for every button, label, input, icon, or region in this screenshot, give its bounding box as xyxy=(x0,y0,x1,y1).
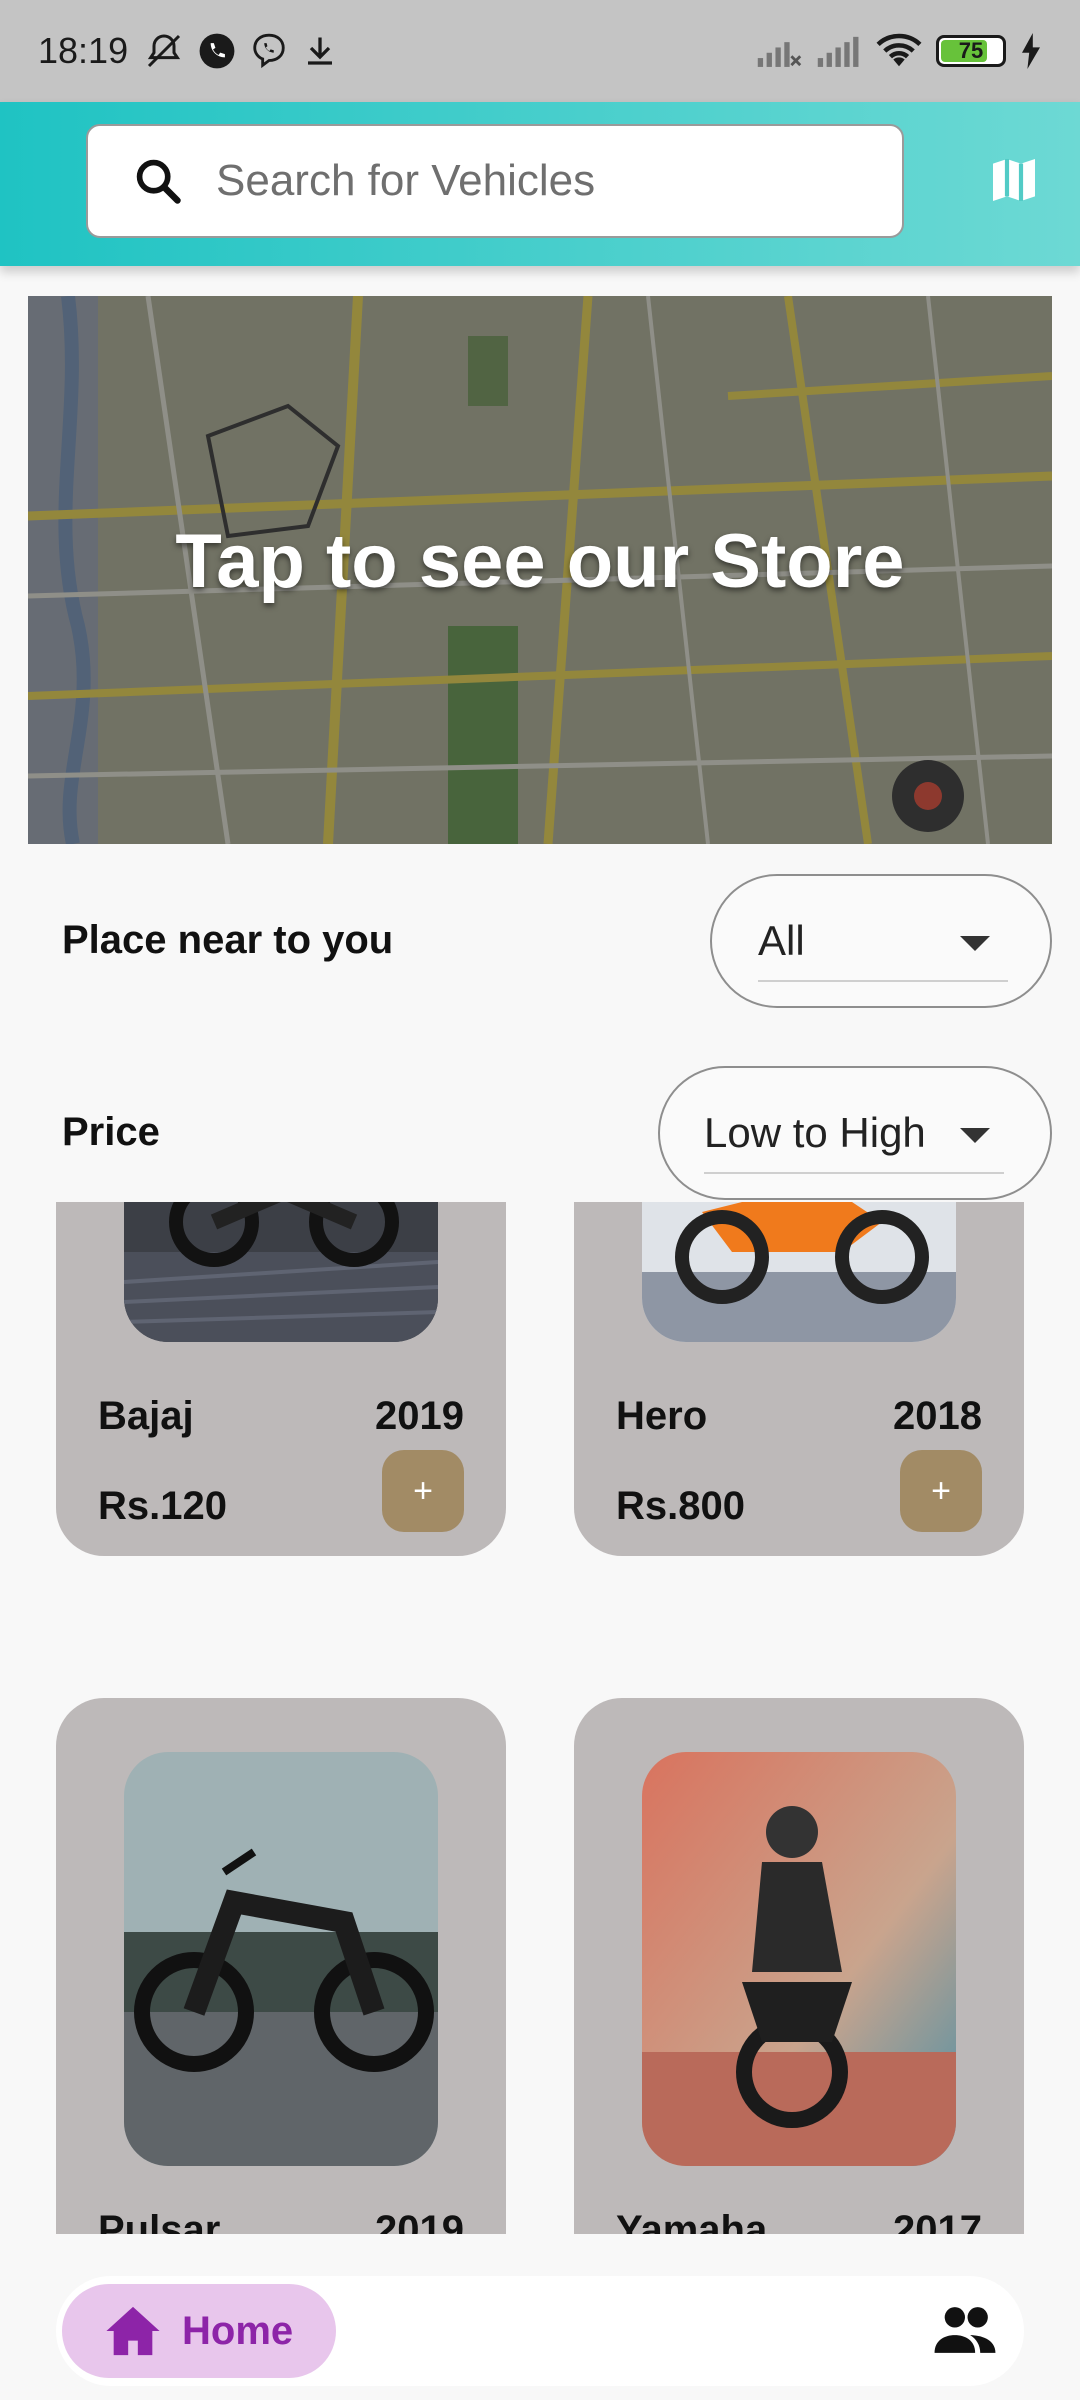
vehicle-card[interactable]: Yamaha 2017 xyxy=(574,1698,1024,2234)
download-icon xyxy=(308,37,333,65)
vehicle-price: Rs.800 xyxy=(616,1484,745,1528)
vehicle-name: Pulsar xyxy=(98,2208,221,2234)
nav-home-label: Home xyxy=(182,2308,294,2353)
vehicle-year: 2019 xyxy=(375,2208,464,2234)
battery-indicator: 75 xyxy=(936,35,1006,67)
screen: 18:19 75 Search for Vehicles Tap to see … xyxy=(0,0,1080,2400)
home-icon xyxy=(106,2306,160,2356)
chevron-down-icon xyxy=(960,1128,990,1143)
vehicle-card[interactable]: Hero 2018 Rs.800 + xyxy=(574,1202,1024,1556)
banner-title: Tap to see our Store xyxy=(175,519,905,604)
app-bar xyxy=(0,102,1080,266)
search-icon xyxy=(136,159,181,204)
add-to-cart-button[interactable]: + xyxy=(900,1450,982,1532)
chevron-down-icon xyxy=(960,936,990,951)
signal-off-icon xyxy=(757,42,802,67)
status-system-icons: 75 xyxy=(756,32,1042,70)
store-map-banner[interactable]: Tap to see our Store xyxy=(28,296,1052,844)
price-dropdown[interactable]: Low to High xyxy=(658,1066,1052,1200)
vehicle-photo xyxy=(124,1202,438,1342)
vehicle-price: Rs.120 xyxy=(98,1484,227,1528)
price-filter-label: Price xyxy=(62,1110,160,1154)
dropdown-underline xyxy=(758,980,1008,982)
bottom-navigation: Home xyxy=(56,2276,1024,2386)
signal-icon xyxy=(817,36,859,67)
status-bar: 18:19 75 xyxy=(0,0,1080,102)
vehicle-photo xyxy=(642,1752,956,2166)
vehicle-name: Yamaha xyxy=(616,2208,768,2234)
bell-off-icon xyxy=(147,34,181,68)
place-filter-label: Place near to you xyxy=(62,918,394,962)
vehicle-grid: Bajaj 2019 Rs.120 + Hero 2018 Rs.800 + P… xyxy=(0,1202,1080,2234)
place-dropdown-value: All xyxy=(758,917,805,964)
search-input[interactable] xyxy=(216,156,856,206)
vehicle-name: Bajaj xyxy=(98,1394,194,1438)
vehicle-photo xyxy=(642,1202,956,1342)
place-dropdown[interactable]: All xyxy=(710,874,1052,1008)
vehicle-year: 2019 xyxy=(375,1394,464,1438)
charging-bolt-icon xyxy=(1022,33,1040,69)
battery-level: 75 xyxy=(958,38,984,63)
phone-call-icon xyxy=(199,33,235,69)
vehicle-name: Hero xyxy=(616,1394,708,1438)
vehicle-year: 2017 xyxy=(893,2208,982,2234)
map-icon xyxy=(993,159,1035,201)
dropdown-underline xyxy=(704,1172,1004,1174)
vehicle-year: 2018 xyxy=(893,1394,982,1438)
add-to-cart-button[interactable]: + xyxy=(382,1450,464,1532)
vehicle-photo xyxy=(124,1752,438,2166)
vehicle-card[interactable]: Bajaj 2019 Rs.120 + xyxy=(56,1202,506,1556)
viber-icon xyxy=(253,33,285,69)
map-view-button[interactable] xyxy=(984,150,1044,210)
price-dropdown-value: Low to High xyxy=(704,1109,926,1156)
nav-people-tab[interactable] xyxy=(932,2304,998,2361)
wifi-icon xyxy=(876,33,922,67)
status-time: 18:19 xyxy=(38,30,129,71)
search-bar[interactable] xyxy=(86,124,904,238)
people-icon xyxy=(934,2307,996,2353)
status-notification-icons xyxy=(144,31,338,71)
vehicle-card[interactable]: Pulsar 2019 xyxy=(56,1698,506,2234)
nav-home-tab[interactable]: Home xyxy=(62,2284,336,2378)
